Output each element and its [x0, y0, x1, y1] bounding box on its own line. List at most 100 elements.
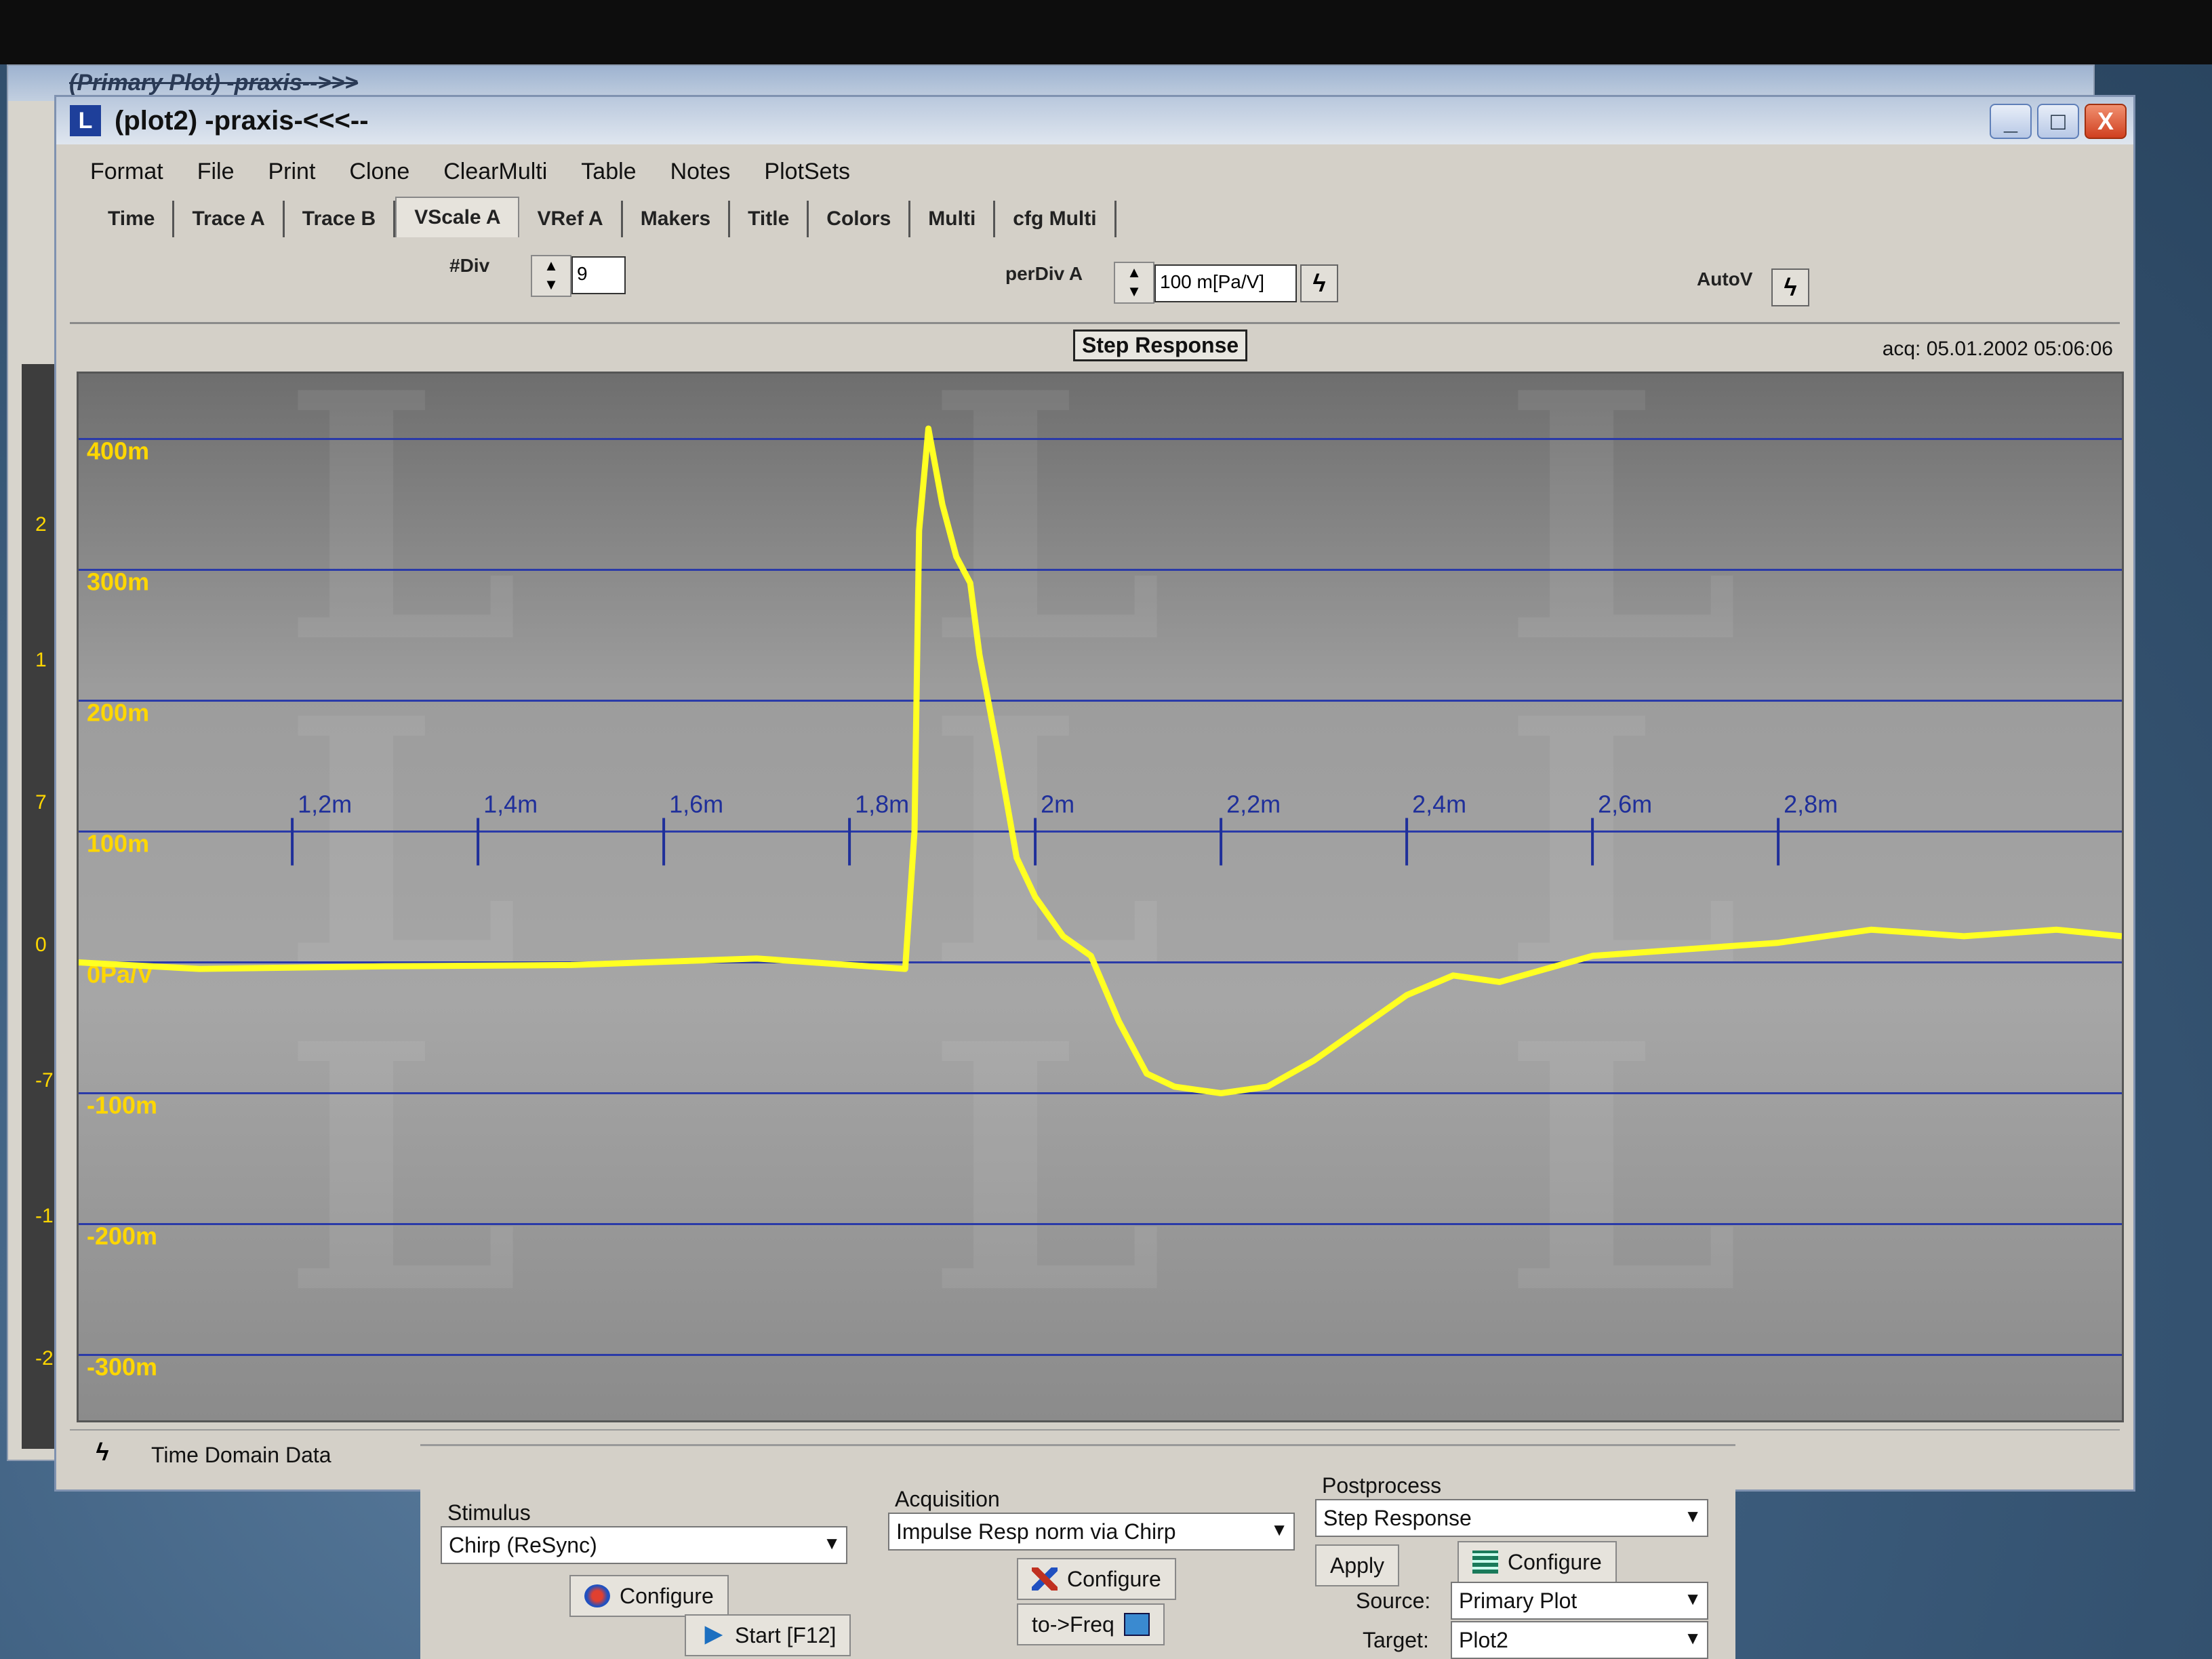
source-value: Primary Plot	[1459, 1588, 1577, 1613]
menu-table[interactable]: Table	[581, 159, 636, 185]
x-tick-label: 1,8m	[855, 791, 909, 818]
menu-format[interactable]: Format	[90, 159, 163, 185]
perdiv-spinner[interactable]: ▲ ▼	[1114, 262, 1154, 304]
menu-clone[interactable]: Clone	[349, 159, 409, 185]
postprocess-configure-button[interactable]: Configure	[1457, 1541, 1617, 1583]
stimulus-value: Chirp (ReSync)	[449, 1533, 597, 1557]
tab-cfg-multi[interactable]: cfg Multi	[995, 201, 1117, 237]
tools-icon	[1032, 1567, 1058, 1591]
stimulus-title: Stimulus	[447, 1500, 531, 1525]
stimulus-configure-label: Configure	[620, 1583, 714, 1608]
acquisition-timestamp: acq: 05.01.2002 05:06:06	[1882, 338, 2113, 360]
apply-button[interactable]: Apply	[1315, 1544, 1400, 1586]
stimulus-configure-button[interactable]: Configure	[569, 1575, 729, 1617]
target-select[interactable]: Plot2 ▼	[1451, 1621, 1708, 1659]
source-select[interactable]: Primary Plot ▼	[1451, 1582, 1708, 1620]
minimize-button[interactable]: _	[1990, 104, 2032, 139]
menu-file[interactable]: File	[197, 159, 235, 185]
x-tick-label: 1,4m	[483, 791, 538, 818]
menu-print[interactable]: Print	[268, 159, 315, 185]
perdiv-input[interactable]: 100 m[Pa/V]	[1154, 264, 1297, 302]
monitor-bezel	[0, 0, 2212, 64]
background-side-label: -2	[35, 1347, 54, 1370]
app-logo-icon: L	[70, 105, 101, 136]
menu-bar: Format File Print Clone ClearMulti Table…	[70, 151, 850, 192]
tab-time[interactable]: Time	[90, 201, 175, 237]
acquisition-select[interactable]: Impulse Resp norm via Chirp ▼	[888, 1513, 1295, 1551]
tab-colors[interactable]: Colors	[809, 201, 911, 237]
menu-notes[interactable]: Notes	[670, 159, 731, 185]
autov-label: AutoV	[1697, 268, 1753, 289]
acquisition-configure-button[interactable]: Configure	[1017, 1558, 1176, 1600]
tab-vref-a[interactable]: VRef A	[519, 201, 623, 237]
postprocess-select[interactable]: Step Response ▼	[1315, 1499, 1708, 1537]
x-tick-label: 1,6m	[669, 791, 723, 818]
plot2-window: L (plot2) -praxis-<<<-- _ □ X Format Fil…	[54, 95, 2135, 1492]
table-icon	[1472, 1551, 1498, 1574]
y-tick-label: 300m	[87, 568, 149, 596]
ndiv-spinner[interactable]: ▲ ▼	[531, 255, 571, 297]
y-tick-label: -200m	[87, 1222, 157, 1250]
acquisition-value: Impulse Resp norm via Chirp	[896, 1519, 1176, 1544]
y-tick-label: 400m	[87, 437, 149, 465]
postprocess-title: Postprocess	[1322, 1473, 1442, 1498]
background-side-label: -7	[35, 1069, 54, 1092]
tab-trace-b[interactable]: Trace B	[285, 201, 396, 237]
source-label: Source:	[1356, 1588, 1431, 1613]
menu-clearmulti[interactable]: ClearMulti	[443, 159, 547, 185]
tab-makers[interactable]: Makers	[623, 201, 731, 237]
x-tick-label: 2,8m	[1784, 791, 1838, 818]
perdiv-label: perDiv A	[1005, 263, 1083, 284]
target-label: Target:	[1363, 1628, 1429, 1652]
background-side-label: 0	[35, 934, 47, 956]
target-value: Plot2	[1459, 1628, 1508, 1652]
x-tick-label: 2,4m	[1412, 791, 1466, 818]
background-side-label: 1	[35, 649, 47, 671]
perdiv-lightning-icon[interactable]: ϟ	[1300, 264, 1338, 302]
acquisition-title: Acquisition	[895, 1487, 1000, 1511]
chevron-down-icon: ▼	[823, 1533, 841, 1553]
chevron-down-icon: ▼	[1684, 1588, 1702, 1609]
tab-trace-a[interactable]: Trace A	[174, 201, 285, 237]
window-titlebar[interactable]: L (plot2) -praxis-<<<-- _ □ X	[56, 97, 2133, 144]
start-label: Start [F12]	[735, 1622, 837, 1647]
window-controls: _ □ X	[1990, 104, 2127, 139]
tab-bar: Time Trace A Trace B VScale A VRef A Mak…	[70, 195, 1117, 237]
to-freq-button[interactable]: to->Freq	[1017, 1603, 1165, 1645]
maximize-button[interactable]: □	[2037, 104, 2079, 139]
y-tick-label: 100m	[87, 830, 149, 858]
y-tick-label: -100m	[87, 1092, 157, 1119]
tab-multi[interactable]: Multi	[910, 201, 996, 237]
y-tick-label: -300m	[87, 1353, 157, 1381]
menu-plotsets[interactable]: PlotSets	[764, 159, 850, 185]
postprocess-configure-label: Configure	[1508, 1549, 1602, 1574]
status-lightning-icon[interactable]: ϟ	[83, 1435, 121, 1473]
step-response-chart: 400m300m200m100m0Pa/V-100m-200m-300m1,2m…	[79, 425, 2122, 1381]
start-button[interactable]: Start [F12]	[685, 1614, 851, 1656]
tab-title[interactable]: Title	[730, 201, 809, 237]
postprocess-value: Step Response	[1323, 1506, 1472, 1530]
status-text: Time Domain Data	[151, 1443, 331, 1467]
x-tick-label: 2m	[1041, 791, 1074, 818]
close-button[interactable]: X	[2085, 104, 2127, 139]
window-title: (plot2) -praxis-<<<--	[115, 105, 369, 136]
ndiv-input[interactable]: 9	[571, 256, 626, 294]
plot-area[interactable]: L L L L L L L L L 400m 300m 200m 100m 0Pa/V -…	[77, 319, 2124, 1422]
background-side-label: -1	[35, 1205, 54, 1227]
x-tick-label: 2,2m	[1226, 791, 1281, 818]
tab-vscale-a[interactable]: VScale A	[395, 197, 520, 237]
ndiv-label: #Div	[449, 255, 490, 276]
chevron-down-icon: ▼	[1684, 1628, 1702, 1648]
autov-lightning-icon[interactable]: ϟ	[1771, 268, 1809, 306]
vscale-toolbar: #Div ▲ ▼ 9 perDiv A ▲ ▼ 100 m[Pa/V] ϟ Auto…	[70, 243, 2120, 324]
background-side-label: 2	[35, 513, 47, 536]
control-panel: Stimulus Chirp (ReSync) ▼ Configure Star…	[420, 1444, 1735, 1659]
play-icon	[704, 1626, 723, 1645]
acquisition-configure-label: Configure	[1067, 1566, 1161, 1591]
x-tick-label: 2,6m	[1598, 791, 1652, 818]
configure-icon	[584, 1584, 610, 1607]
chart-icon	[1123, 1613, 1150, 1636]
apply-label: Apply	[1330, 1553, 1385, 1578]
stimulus-select[interactable]: Chirp (ReSync) ▼	[441, 1526, 847, 1564]
x-tick-label: 1,2m	[298, 791, 352, 818]
